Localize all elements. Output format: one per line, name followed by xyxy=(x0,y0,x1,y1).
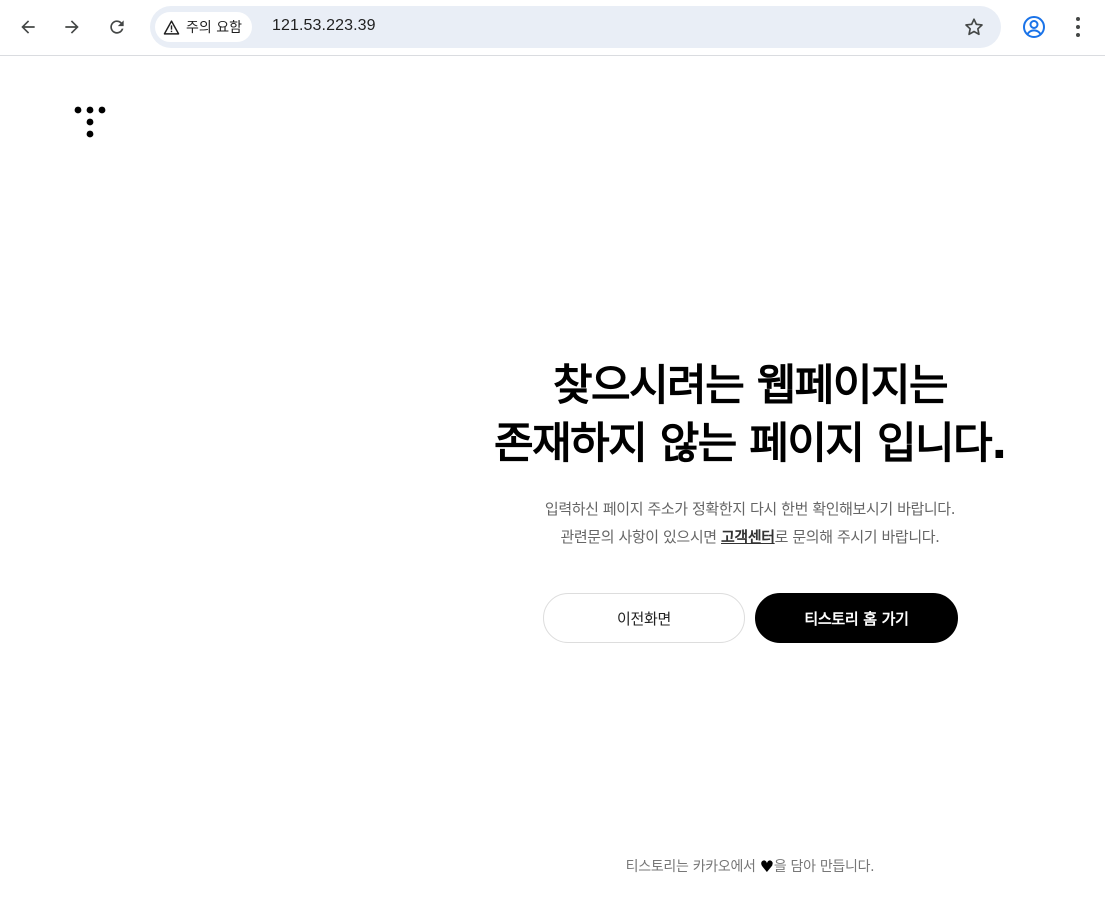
customer-center-link[interactable]: 고객센터 xyxy=(721,528,775,546)
kebab-menu-icon[interactable] xyxy=(1067,12,1089,42)
arrow-right-icon xyxy=(65,20,79,34)
security-label: 주의 요함 xyxy=(186,20,242,36)
description-line2-before: 관련문의 사항이 있으시면 xyxy=(560,528,722,546)
footer-text-after: 을 담아 만듭니다. xyxy=(773,859,875,875)
description: 입력하신 페이지 주소가 정확한지 다시 한번 확인해보시기 바랍니다. 관련문… xyxy=(450,495,1050,551)
description-line1: 입력하신 페이지 주소가 정확한지 다시 한번 확인해보시기 바랍니다. xyxy=(544,500,956,518)
tistory-logo-icon[interactable] xyxy=(73,104,107,140)
profile-icon[interactable] xyxy=(1019,12,1049,42)
warning-triangle-icon xyxy=(163,19,180,35)
reload-button[interactable] xyxy=(100,10,134,44)
page-title-line2: 존재하지 않는 페이지 입니다. xyxy=(494,419,1007,469)
description-line2: 관련문의 사항이 있으시면 고객센터로 문의해 주시기 바랍니다. xyxy=(450,523,1050,551)
forward-button[interactable] xyxy=(55,10,89,44)
page-title-line1: 찾으시려는 웹페이지는 xyxy=(552,361,949,411)
url-text[interactable]: 121.53.223.39 xyxy=(272,17,376,35)
tistory-home-button[interactable]: 티스토리 홈 가기 xyxy=(755,593,958,643)
arrow-left-icon xyxy=(21,20,35,34)
description-line2-after: 로 문의해 주시기 바랍니다. xyxy=(774,528,940,546)
heart-icon: ♥ xyxy=(759,857,774,876)
back-button[interactable] xyxy=(11,10,45,44)
reload-icon xyxy=(110,20,124,34)
star-icon[interactable] xyxy=(963,16,985,38)
browser-toolbar: 주의 요함 121.53.223.39 xyxy=(0,0,1105,56)
footer-text-before: 티스토리는 카카오에서 xyxy=(625,859,760,875)
security-chip[interactable]: 주의 요함 xyxy=(155,12,252,42)
address-bar[interactable]: 주의 요함 121.53.223.39 xyxy=(150,6,1001,48)
page-title: 찾으시려는 웹페이지는 존재하지 않는 페이지 입니다. xyxy=(450,357,1050,473)
previous-page-button[interactable]: 이전화면 xyxy=(543,593,745,643)
footer-text: 티스토리는 카카오에서 ♥을 담아 만듭니다. xyxy=(450,856,1050,876)
